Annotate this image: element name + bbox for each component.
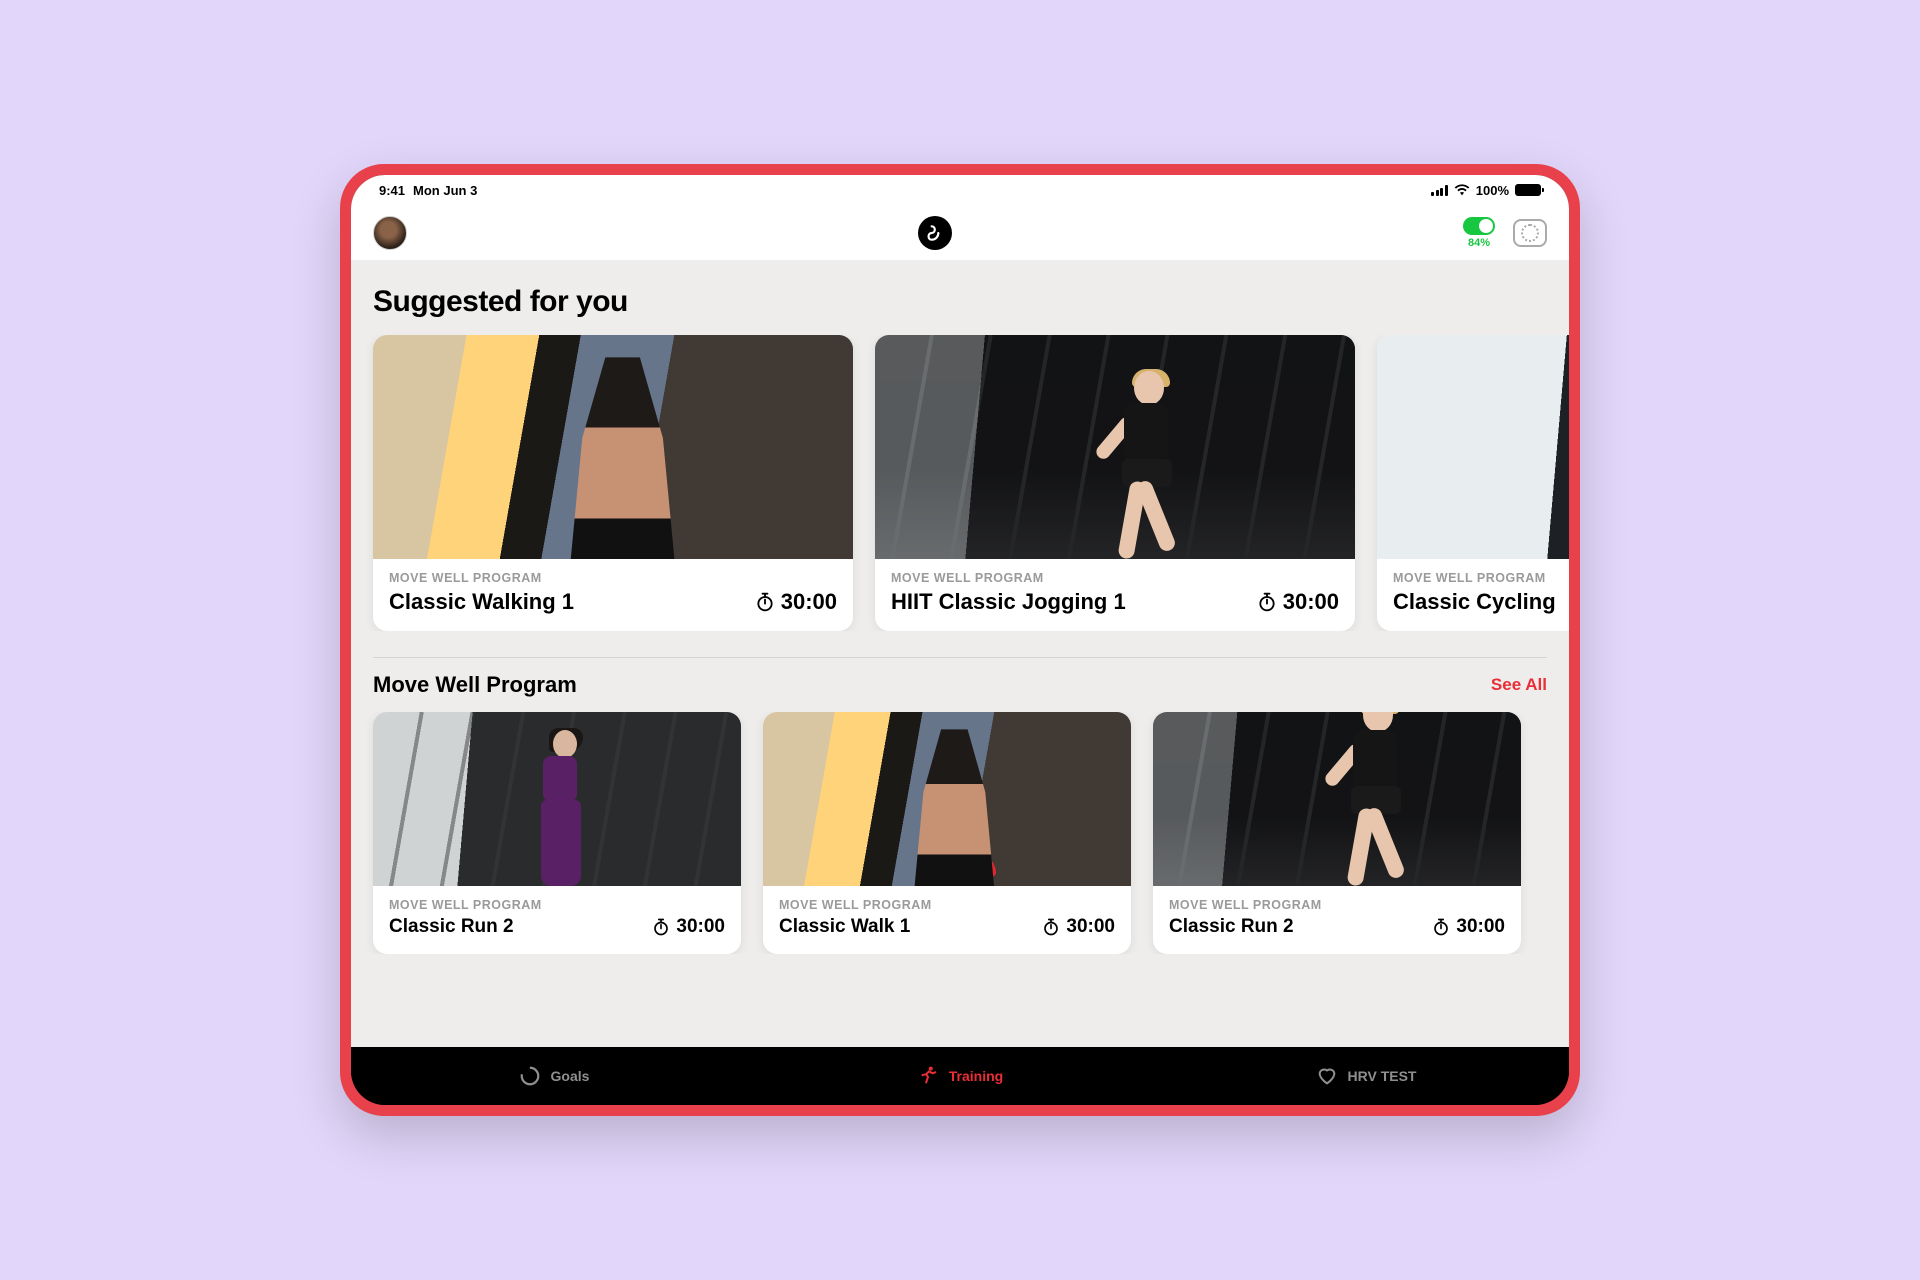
tab-bar: Goals Training HRV TEST — [351, 1047, 1569, 1105]
status-battery-pct: 100% — [1476, 183, 1509, 198]
stopwatch-icon — [1432, 918, 1450, 936]
workout-name: Classic Cycling — [1393, 589, 1556, 615]
workout-thumbnail — [1377, 335, 1569, 559]
workout-name: HIIT Classic Jogging 1 — [891, 589, 1126, 615]
goals-icon — [519, 1065, 541, 1087]
workout-card[interactable]: MOVE WELL PROGRAM Classic Run 2 30:00 — [1153, 712, 1521, 954]
section-title-movewell: Move Well Program — [373, 672, 577, 698]
workout-card[interactable]: MOVE WELL PROGRAM Classic Cycling 30:00 — [1377, 335, 1569, 631]
workout-duration: 30:00 — [755, 589, 837, 615]
stopwatch-icon — [755, 592, 775, 612]
content-area: Suggested for you MOVE WELL PROGRAM Clas… — [351, 261, 1569, 1047]
app-header: 84% — [351, 205, 1569, 261]
workout-category: MOVE WELL PROGRAM — [1393, 571, 1556, 585]
workout-duration: 30:00 — [652, 916, 725, 938]
running-icon — [917, 1065, 939, 1087]
wifi-icon — [1454, 184, 1470, 196]
tab-label: Goals — [551, 1068, 590, 1084]
toggle-percent: 84% — [1468, 237, 1490, 249]
workout-thumbnail — [875, 335, 1355, 559]
workout-duration: 30:00 — [1257, 589, 1339, 615]
tablet-screen: 9:41 Mon Jun 3 100% 84% — [351, 175, 1569, 1105]
battery-toggle[interactable]: 84% — [1463, 217, 1495, 249]
stopwatch-icon — [652, 918, 670, 936]
section-title-suggested: Suggested for you — [351, 279, 1569, 335]
status-date: Mon Jun 3 — [413, 183, 477, 198]
workout-category: MOVE WELL PROGRAM — [891, 571, 1126, 585]
workout-thumbnail — [373, 712, 741, 886]
tab-label: Training — [949, 1068, 1003, 1084]
workout-card[interactable]: MOVE WELL PROGRAM Classic Walking 1 30:0… — [373, 335, 853, 631]
battery-icon — [1515, 184, 1541, 196]
tab-training[interactable]: Training — [757, 1047, 1163, 1105]
tab-goals[interactable]: Goals — [351, 1047, 757, 1105]
tablet-frame: 9:41 Mon Jun 3 100% 84% — [340, 164, 1580, 1116]
stopwatch-icon — [1257, 592, 1277, 612]
workout-thumbnail — [1153, 712, 1521, 886]
workout-category: MOVE WELL PROGRAM — [1169, 898, 1322, 912]
workout-category: MOVE WELL PROGRAM — [779, 898, 932, 912]
status-bar: 9:41 Mon Jun 3 100% — [351, 175, 1569, 205]
workout-name: Classic Run 2 — [1169, 916, 1322, 938]
workout-duration: 30:00 — [1432, 916, 1505, 938]
workout-category: MOVE WELL PROGRAM — [389, 898, 542, 912]
workout-card[interactable]: MOVE WELL PROGRAM HIIT Classic Jogging 1… — [875, 335, 1355, 631]
stopwatch-icon — [1042, 918, 1060, 936]
workout-name: Classic Walking 1 — [389, 589, 574, 615]
avatar[interactable] — [373, 216, 407, 250]
workout-name: Classic Run 2 — [389, 916, 542, 938]
workout-card[interactable]: MOVE WELL PROGRAM Classic Run 2 30:00 — [373, 712, 741, 954]
heart-icon — [1316, 1065, 1338, 1087]
movewell-row[interactable]: MOVE WELL PROGRAM Classic Run 2 30:00 M — [351, 712, 1569, 954]
workout-name: Classic Walk 1 — [779, 916, 932, 938]
workout-duration: 30:00 — [1042, 916, 1115, 938]
workout-thumbnail — [763, 712, 1131, 886]
cellular-icon — [1431, 185, 1448, 196]
toggle-icon — [1463, 217, 1495, 235]
suggested-row[interactable]: MOVE WELL PROGRAM Classic Walking 1 30:0… — [351, 335, 1569, 631]
tab-label: HRV TEST — [1348, 1068, 1417, 1084]
tab-hrv[interactable]: HRV TEST — [1163, 1047, 1569, 1105]
workout-thumbnail — [373, 335, 853, 559]
workout-category: MOVE WELL PROGRAM — [389, 571, 574, 585]
app-logo-icon — [918, 216, 952, 250]
see-all-link[interactable]: See All — [1491, 675, 1547, 695]
status-time: 9:41 — [379, 183, 405, 198]
device-pair-icon[interactable] — [1513, 219, 1547, 247]
workout-card[interactable]: MOVE WELL PROGRAM Classic Walk 1 30:00 — [763, 712, 1131, 954]
